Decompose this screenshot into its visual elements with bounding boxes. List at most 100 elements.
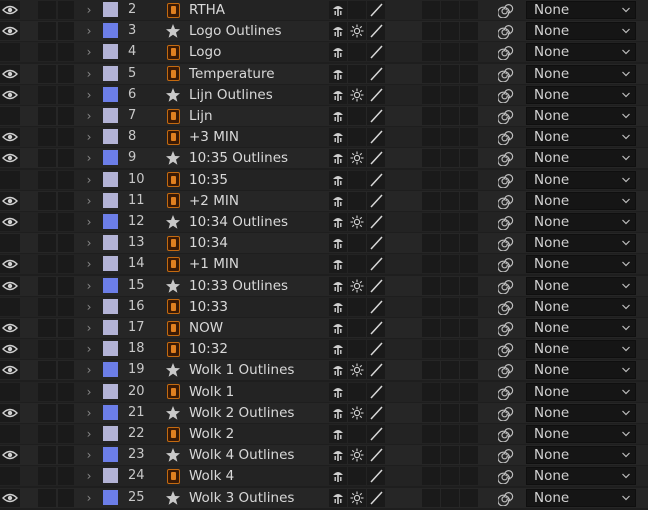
- layer-row[interactable]: › 18 10:32 None: [0, 339, 648, 360]
- shy-icon[interactable]: [329, 170, 347, 189]
- quality-slash-icon[interactable]: [367, 446, 385, 465]
- layer-name[interactable]: Wolk 1 Outlines: [189, 360, 294, 380]
- parent-dropdown[interactable]: None: [526, 297, 636, 316]
- quality-slash-icon[interactable]: [367, 276, 385, 295]
- pickwhip-spiral-icon[interactable]: [497, 426, 514, 443]
- shy-icon[interactable]: [329, 255, 347, 274]
- solo-toggle[interactable]: [58, 488, 74, 507]
- layer-row[interactable]: › 19 Wolk 1 Outlines None: [0, 360, 648, 381]
- pickwhip-spiral-icon[interactable]: [497, 172, 514, 189]
- solo-toggle[interactable]: [58, 43, 74, 62]
- effects-toggle[interactable]: [422, 1, 440, 19]
- effects-toggle[interactable]: [422, 85, 440, 104]
- solo-toggle[interactable]: [58, 403, 74, 422]
- layer-name[interactable]: Wolk 2: [189, 424, 234, 444]
- continuous-rasterize-icon[interactable]: [348, 170, 366, 189]
- pickwhip-spiral-icon[interactable]: [497, 278, 514, 295]
- audio-toggle[interactable]: [38, 213, 56, 231]
- layer-name[interactable]: Wolk 3 Outlines: [189, 488, 294, 508]
- continuous-rasterize-icon[interactable]: [348, 488, 366, 507]
- audio-toggle[interactable]: [38, 467, 56, 486]
- effects-toggle[interactable]: [422, 149, 440, 168]
- label-color-swatch[interactable]: [103, 341, 118, 357]
- solo-toggle[interactable]: [58, 128, 74, 147]
- parent-dropdown[interactable]: None: [526, 340, 636, 359]
- continuous-rasterize-icon[interactable]: [348, 149, 366, 168]
- motion-blur-toggle[interactable]: [441, 446, 459, 465]
- chevron-right-icon[interactable]: ›: [82, 170, 96, 190]
- layer-row[interactable]: › 17 NOW None: [0, 318, 648, 338]
- pickwhip-spiral-icon[interactable]: [497, 299, 514, 316]
- shy-icon[interactable]: [329, 1, 347, 19]
- audio-toggle[interactable]: [38, 64, 56, 83]
- pickwhip-spiral-icon[interactable]: [497, 150, 514, 167]
- audio-toggle[interactable]: [38, 1, 56, 19]
- chevron-right-icon[interactable]: ›: [82, 64, 96, 84]
- solo-toggle[interactable]: [58, 213, 74, 231]
- adjustment-toggle[interactable]: [460, 403, 478, 422]
- adjustment-toggle[interactable]: [460, 340, 478, 359]
- effects-toggle[interactable]: [422, 191, 440, 210]
- visibility-toggle[interactable]: [0, 255, 20, 274]
- motion-blur-toggle[interactable]: [441, 319, 459, 337]
- continuous-rasterize-icon[interactable]: [348, 22, 366, 41]
- chevron-right-icon[interactable]: ›: [82, 233, 96, 253]
- label-color-swatch[interactable]: [103, 447, 118, 463]
- parent-dropdown[interactable]: None: [526, 361, 636, 380]
- layer-row[interactable]: › 11 +2 MIN None: [0, 190, 648, 211]
- motion-blur-toggle[interactable]: [441, 128, 459, 147]
- motion-blur-toggle[interactable]: [441, 191, 459, 210]
- layer-row[interactable]: › 23 Wolk 4 Outlines None: [0, 445, 648, 466]
- continuous-rasterize-icon[interactable]: [348, 467, 366, 486]
- motion-blur-toggle[interactable]: [441, 425, 459, 443]
- layer-row[interactable]: › 2 RTHA None: [0, 0, 648, 20]
- motion-blur-toggle[interactable]: [441, 149, 459, 168]
- effects-toggle[interactable]: [422, 382, 440, 401]
- solo-toggle[interactable]: [58, 191, 74, 210]
- continuous-rasterize-icon[interactable]: [348, 191, 366, 210]
- pickwhip-spiral-icon[interactable]: [497, 235, 514, 252]
- layer-name[interactable]: +3 MIN: [189, 127, 239, 147]
- visibility-toggle[interactable]: [0, 403, 20, 422]
- continuous-rasterize-icon[interactable]: [348, 361, 366, 380]
- visibility-toggle[interactable]: [0, 340, 20, 359]
- parent-dropdown[interactable]: None: [526, 213, 636, 231]
- adjustment-toggle[interactable]: [460, 149, 478, 168]
- adjustment-toggle[interactable]: [460, 467, 478, 486]
- shy-icon[interactable]: [329, 191, 347, 210]
- continuous-rasterize-icon[interactable]: [348, 276, 366, 295]
- label-color-swatch[interactable]: [103, 150, 118, 166]
- adjustment-toggle[interactable]: [460, 191, 478, 210]
- visibility-toggle[interactable]: [0, 22, 20, 41]
- chevron-right-icon[interactable]: ›: [82, 318, 96, 338]
- visibility-toggle[interactable]: [0, 361, 20, 380]
- parent-dropdown[interactable]: None: [526, 255, 636, 274]
- quality-slash-icon[interactable]: [367, 425, 385, 443]
- continuous-rasterize-icon[interactable]: [348, 1, 366, 19]
- chevron-right-icon[interactable]: ›: [82, 488, 96, 508]
- adjustment-toggle[interactable]: [460, 22, 478, 41]
- adjustment-toggle[interactable]: [460, 213, 478, 231]
- visibility-toggle[interactable]: [0, 319, 20, 337]
- parent-dropdown[interactable]: None: [526, 234, 636, 253]
- parent-dropdown[interactable]: None: [526, 64, 636, 83]
- motion-blur-toggle[interactable]: [441, 85, 459, 104]
- shy-icon[interactable]: [329, 425, 347, 443]
- shy-icon[interactable]: [329, 488, 347, 507]
- pickwhip-spiral-icon[interactable]: [497, 384, 514, 401]
- quality-slash-icon[interactable]: [367, 128, 385, 147]
- layer-row[interactable]: › 20 Wolk 1 None: [0, 381, 648, 402]
- parent-dropdown[interactable]: None: [526, 467, 636, 486]
- visibility-toggle[interactable]: [0, 488, 20, 507]
- motion-blur-toggle[interactable]: [441, 467, 459, 486]
- audio-toggle[interactable]: [38, 382, 56, 401]
- motion-blur-toggle[interactable]: [441, 403, 459, 422]
- solo-toggle[interactable]: [58, 276, 74, 295]
- layer-row[interactable]: › 24 Wolk 4 None: [0, 466, 648, 487]
- continuous-rasterize-icon[interactable]: [348, 234, 366, 253]
- solo-toggle[interactable]: [58, 361, 74, 380]
- visibility-toggle[interactable]: [0, 276, 20, 295]
- layer-row[interactable]: › 6 Lijn Outlines None: [0, 84, 648, 105]
- layer-name[interactable]: Lijn: [189, 106, 213, 126]
- visibility-toggle[interactable]: [0, 64, 20, 83]
